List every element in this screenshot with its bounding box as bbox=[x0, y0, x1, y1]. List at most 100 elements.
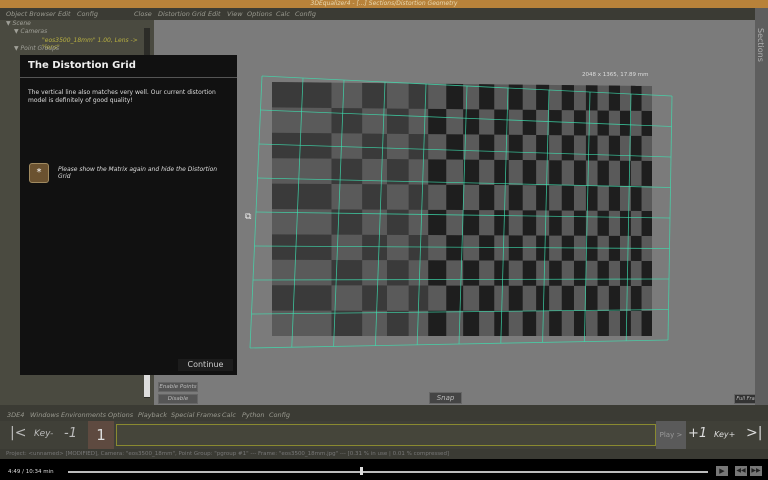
play-button[interactable]: Play > bbox=[656, 421, 686, 449]
checker-square bbox=[272, 183, 332, 210]
checker-square bbox=[549, 310, 562, 336]
checker-square bbox=[446, 235, 464, 261]
checker-square bbox=[463, 210, 480, 236]
close-button[interactable]: Close bbox=[134, 8, 152, 20]
tree-label: Point Groups bbox=[20, 45, 60, 52]
timeline: |< Key- -1 1 Play > +1 Key+ >| bbox=[0, 421, 768, 449]
checker-square bbox=[386, 310, 409, 336]
checker-square bbox=[522, 310, 537, 336]
tree-scene[interactable]: ▼ Scene bbox=[6, 20, 31, 27]
continue-button[interactable]: Continue bbox=[178, 359, 233, 371]
checker-square bbox=[608, 285, 621, 311]
checker-square bbox=[549, 260, 562, 286]
last-frame-button[interactable]: >| bbox=[746, 425, 762, 441]
checker-square bbox=[608, 135, 621, 161]
tutorial-dialog: The Distortion Grid The vertical line al… bbox=[20, 55, 237, 375]
checker-square bbox=[408, 133, 429, 160]
menu-view[interactable]: View bbox=[227, 8, 243, 20]
menu-calc[interactable]: Calc bbox=[276, 8, 290, 20]
divider bbox=[20, 77, 237, 78]
checker-square bbox=[573, 210, 586, 236]
checker-square bbox=[522, 160, 537, 186]
menu-object-browser[interactable]: Object Browser bbox=[6, 8, 56, 20]
checker-square bbox=[386, 108, 409, 134]
fullscreen-icon[interactable]: ▶▶ bbox=[750, 466, 762, 476]
step-forward-button[interactable]: +1 bbox=[688, 426, 707, 441]
checker-square bbox=[573, 160, 586, 186]
image-info: 2048 x 1365, 17.89 mm bbox=[582, 72, 649, 78]
disable-points-button[interactable]: Disable Points bbox=[158, 394, 198, 411]
first-frame-button[interactable]: |< bbox=[10, 425, 26, 441]
tree-cameras[interactable]: ▼ Cameras bbox=[14, 28, 47, 35]
video-seek-bar[interactable] bbox=[68, 471, 708, 473]
checker-square bbox=[446, 134, 464, 160]
checker-square bbox=[522, 210, 537, 236]
checker-square bbox=[620, 210, 631, 236]
checker-square bbox=[508, 185, 523, 211]
checker-square bbox=[446, 184, 464, 211]
checker-square bbox=[585, 135, 598, 161]
checker-square bbox=[630, 135, 642, 161]
checker-square bbox=[597, 110, 609, 136]
checker-square bbox=[508, 134, 523, 161]
checker-square bbox=[522, 260, 537, 286]
checker-square bbox=[386, 159, 409, 185]
checker-square bbox=[428, 108, 447, 135]
checker-square bbox=[608, 85, 621, 111]
checker-square bbox=[536, 285, 550, 311]
video-seek-thumb[interactable] bbox=[359, 467, 363, 475]
snap-button[interactable]: Snap bbox=[429, 392, 462, 404]
checker-square bbox=[597, 210, 609, 236]
menu-config-2[interactable]: Config bbox=[295, 8, 316, 20]
dialog-task: Please show the Matrix again and hide th… bbox=[58, 166, 218, 180]
checker-square bbox=[479, 134, 495, 160]
checker-square bbox=[641, 210, 652, 236]
checker-square bbox=[428, 310, 447, 336]
checker-square bbox=[362, 234, 387, 261]
menu-edit[interactable]: Edit bbox=[58, 8, 71, 20]
checker-square bbox=[428, 260, 447, 286]
key-prev-button[interactable]: Key- bbox=[34, 429, 53, 439]
checker-square bbox=[561, 285, 574, 311]
sections-label: Sections bbox=[756, 28, 765, 62]
menu-options[interactable]: Options bbox=[247, 8, 272, 20]
menu-edit-2[interactable]: Edit bbox=[208, 8, 221, 20]
checker-square bbox=[463, 310, 480, 336]
key-next-button[interactable]: Key+ bbox=[714, 430, 735, 439]
checker-square bbox=[463, 260, 480, 286]
checker-square bbox=[549, 160, 562, 186]
checker-square bbox=[386, 260, 409, 286]
checker-square bbox=[362, 285, 387, 311]
checker-square bbox=[597, 310, 609, 336]
tree-label: Scene bbox=[12, 20, 31, 27]
checker-square bbox=[620, 260, 631, 286]
cursor-icon: ⧉ bbox=[245, 212, 252, 222]
enable-points-button[interactable]: Enable Points bbox=[158, 382, 198, 392]
tree-point-groups[interactable]: ▼ Point Groups bbox=[14, 45, 59, 52]
checker-square bbox=[561, 135, 574, 161]
checker-square bbox=[620, 310, 631, 336]
menubar: Object Browser Edit Config Close Distort… bbox=[0, 8, 768, 20]
distortion-grid-viewport[interactable]: 2048 x 1365, 17.89 mm ⧉ Snap Full Frame … bbox=[154, 20, 765, 411]
frame-scrubber[interactable] bbox=[116, 424, 656, 446]
checker-square bbox=[641, 110, 652, 136]
main-menubar: 3DE4 Windows Environments Options Playba… bbox=[0, 405, 768, 421]
step-back-button[interactable]: -1 bbox=[64, 426, 77, 441]
checker-square bbox=[597, 160, 609, 186]
menu-config[interactable]: Config bbox=[77, 8, 98, 20]
checker-square bbox=[585, 85, 598, 111]
status-bar: Project: <unnamed> [MODIFIED], Camera: "… bbox=[0, 449, 768, 459]
checker-square bbox=[641, 260, 652, 286]
play-icon[interactable]: ▶ bbox=[716, 466, 728, 476]
checker-square bbox=[549, 110, 562, 136]
checker-square bbox=[630, 285, 642, 311]
rewind-icon[interactable]: ◀◀ bbox=[735, 466, 747, 476]
scrollbar-thumb[interactable] bbox=[144, 375, 150, 397]
checker-square bbox=[463, 159, 480, 185]
current-frame[interactable]: 1 bbox=[88, 421, 114, 449]
checker-square bbox=[641, 310, 652, 336]
sections-sidebar[interactable]: Sections bbox=[755, 8, 768, 405]
menu-distortion-grid[interactable]: Distortion Grid bbox=[158, 8, 206, 20]
dialog-title: The Distortion Grid bbox=[28, 60, 136, 71]
checker-square bbox=[608, 185, 621, 211]
